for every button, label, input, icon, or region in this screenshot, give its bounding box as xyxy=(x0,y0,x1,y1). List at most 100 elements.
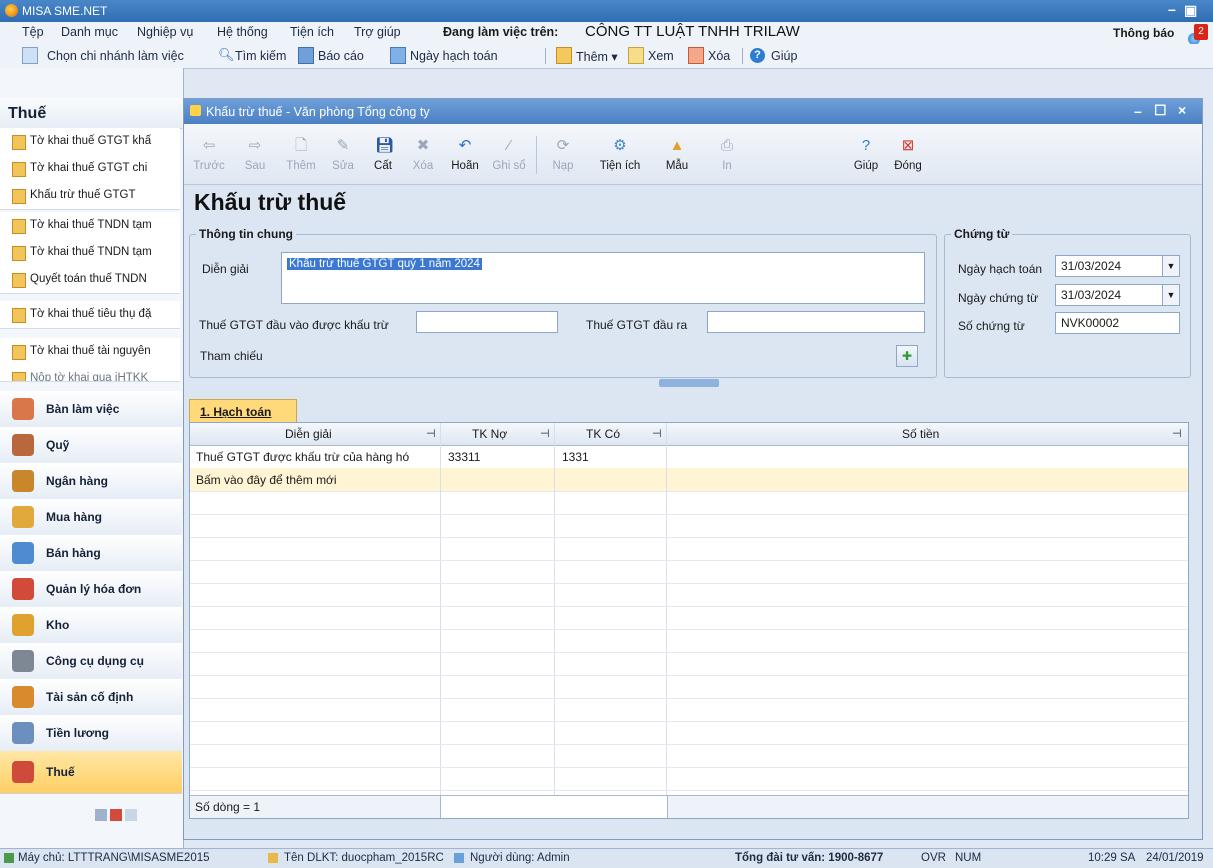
sidebar-item-gtgt-deduction-declaration[interactable]: Tờ khai thuế GTGT khấ xyxy=(0,128,180,156)
voucher-date-field[interactable]: 31/03/2024 ▼ xyxy=(1055,284,1180,306)
posting-date-button[interactable]: Ngày hạch toán xyxy=(410,49,498,63)
search-icon: 🔍︎ xyxy=(218,47,235,62)
sidebar-item-tndn-finalization[interactable]: Quyết toán thuế TNDN xyxy=(0,266,180,294)
help-button[interactable]: Giúp xyxy=(771,49,797,63)
menu-help[interactable]: Trợ giúp xyxy=(354,25,401,39)
template-button[interactable]: ▲ Mẫu xyxy=(654,134,700,178)
doc-icon xyxy=(12,345,26,360)
module-invoice-management[interactable]: Quản lý hóa đơn xyxy=(0,571,182,608)
print-button[interactable]: ⎙ In xyxy=(704,134,750,178)
add-button[interactable]: Thêm ▾ xyxy=(576,49,618,64)
doc-icon xyxy=(12,135,26,150)
description-field[interactable]: Khấu trừ thuế GTGT quý 1 năm 2024 xyxy=(281,252,925,304)
menu-bar: Tệp Danh mục Nghiệp vụ Hệ thống Tiện ích… xyxy=(0,22,1213,44)
add-button[interactable]: 🗋 Thêm xyxy=(278,134,324,178)
menu-utilities[interactable]: Tiện ích xyxy=(290,25,334,39)
new-row[interactable]: Bấm vào đây để thêm mới xyxy=(190,468,1188,492)
restore-icon[interactable]: ▣ xyxy=(1184,2,1197,19)
cell-debit-account[interactable]: 33311 xyxy=(448,450,480,464)
overflow-module-icon[interactable] xyxy=(110,809,122,821)
user-icon xyxy=(454,853,464,863)
tab-accounting[interactable]: 1. Hạch toán xyxy=(189,399,297,424)
overflow-module-icon[interactable] xyxy=(95,809,107,821)
module-desktop[interactable]: Bàn làm việc xyxy=(0,391,182,428)
maximize-icon[interactable]: ☐ xyxy=(1154,102,1167,119)
splitter-handle[interactable] xyxy=(659,379,719,387)
sidebar-item-excise-tax[interactable]: Tờ khai thuế tiêu thụ đặ xyxy=(0,301,180,329)
pin-icon[interactable]: ⊣ xyxy=(1172,427,1182,440)
undo-icon: ↶ xyxy=(458,137,472,154)
server-icon xyxy=(4,853,14,863)
menu-operations[interactable]: Nghiệp vụ xyxy=(137,25,193,39)
notification-button[interactable]: Thông báo xyxy=(1113,26,1174,40)
close-icon[interactable]: × xyxy=(1178,102,1186,118)
module-inventory[interactable]: Kho xyxy=(0,607,182,644)
col-header-description[interactable]: Diễn giải xyxy=(285,427,332,441)
module-sales[interactable]: Bán hàng xyxy=(0,535,182,572)
sidebar-item-label: Quyết toán thuế TNDN xyxy=(30,273,147,285)
module-tax[interactable]: Thuế xyxy=(0,751,182,794)
menu-system[interactable]: Hệ thống xyxy=(217,25,268,39)
chevron-down-icon[interactable]: ▼ xyxy=(1162,256,1179,276)
sidebar-item-label: Tờ khai thuế tiêu thụ đặ xyxy=(30,308,152,320)
pin-icon[interactable]: ⊣ xyxy=(652,427,662,440)
menu-catalog[interactable]: Danh mục xyxy=(61,25,118,39)
voucher-date-value: 31/03/2024 xyxy=(1061,288,1122,302)
help-button[interactable]: ? Giúp xyxy=(846,134,886,178)
module-payroll[interactable]: Tiền lương xyxy=(0,715,182,752)
col-header-credit-account[interactable]: TK Có xyxy=(586,427,620,441)
table-row xyxy=(190,583,1188,607)
choose-branch-button[interactable]: Chọn chi nhánh làm việc xyxy=(47,49,184,63)
delete-button[interactable]: Xóa xyxy=(708,49,730,63)
sidebar-item-gtgt-direct-declaration[interactable]: Tờ khai thuế GTGT chi xyxy=(0,155,180,183)
vat-output-field[interactable] xyxy=(707,311,925,333)
cancel-button[interactable]: ↶ Hoãn xyxy=(442,134,488,178)
delete-button[interactable]: ✖ Xóa xyxy=(400,134,446,178)
posting-date-field[interactable]: 31/03/2024 ▼ xyxy=(1055,255,1180,277)
cell-description[interactable]: Thuế GTGT được khấu trừ của hàng hó xyxy=(196,450,409,464)
previous-button[interactable]: ⇦ Trước xyxy=(186,134,232,178)
module-label: Mua hàng xyxy=(46,510,102,524)
minimize-icon[interactable]: – xyxy=(1168,1,1176,17)
post-button[interactable]: ⁄ Ghi sổ xyxy=(486,134,532,178)
close-button[interactable]: ⊠ Đóng xyxy=(888,134,928,178)
sidebar-item-submit-ihtkk[interactable]: Nộp tờ khai qua iHTKK xyxy=(0,365,180,382)
utilities-button[interactable]: ⚙ Tiện ích xyxy=(592,134,648,178)
notification-count-badge[interactable]: 2 xyxy=(1194,24,1208,40)
grid-header: Diễn giải ⊣ TK Nợ ⊣ TK Có ⊣ Số tiền ⊣ xyxy=(190,423,1188,446)
minimize-icon[interactable]: – xyxy=(1134,103,1142,119)
sidebar-item-gtgt-deduction[interactable]: Khấu trừ thuế GTGT xyxy=(0,182,180,210)
module-fixed-assets[interactable]: Tài sản cố định xyxy=(0,679,182,716)
report-button[interactable]: Báo cáo xyxy=(318,49,364,63)
pin-icon[interactable]: ⊣ xyxy=(426,427,436,440)
vat-input-field[interactable] xyxy=(416,311,558,333)
chevron-down-icon[interactable]: ▼ xyxy=(1162,285,1179,305)
sidebar-item-label: Tờ khai thuế GTGT chi xyxy=(30,162,148,174)
sidebar-item-tndn-provisional-1[interactable]: Tờ khai thuế TNDN tạm xyxy=(0,212,180,240)
voucher-no-label: Số chứng từ xyxy=(958,319,1025,333)
module-purchasing[interactable]: Mua hàng xyxy=(0,499,182,536)
view-button[interactable]: Xem xyxy=(648,49,674,63)
pin-icon[interactable]: ⊣ xyxy=(540,427,550,440)
module-tools[interactable]: Công cụ dụng cụ xyxy=(0,643,182,680)
module-bank[interactable]: Ngân hàng xyxy=(0,463,182,500)
voucher-no-field[interactable]: NVK00002 xyxy=(1055,312,1180,334)
reload-button[interactable]: ⟳ Nạp xyxy=(540,134,586,178)
col-header-amount[interactable]: Số tiền xyxy=(902,427,939,441)
reference-lookup-icon[interactable]: ✚ xyxy=(896,345,918,367)
col-header-debit-account[interactable]: TK Nợ xyxy=(472,427,507,441)
tax-icon xyxy=(12,761,34,783)
cell-credit-account[interactable]: 1331 xyxy=(562,450,589,464)
module-cash[interactable]: Quỹ xyxy=(0,427,182,464)
menu-file[interactable]: Tệp xyxy=(22,25,44,39)
search-button[interactable]: Tìm kiếm xyxy=(235,49,286,63)
next-button[interactable]: ⇨ Sau xyxy=(232,134,278,178)
table-row[interactable]: Thuế GTGT được khấu trừ của hàng hó 3331… xyxy=(190,445,1188,469)
sidebar-item-tndn-provisional-2[interactable]: Tờ khai thuế TNDN tạm xyxy=(0,239,180,267)
app-titlebar: MISA SME.NET – ▣ xyxy=(0,0,1213,22)
sidebar-item-resource-tax[interactable]: Tờ khai thuế tài nguyên xyxy=(0,338,180,366)
new-row-hint[interactable]: Bấm vào đây để thêm mới xyxy=(196,473,337,487)
table-row xyxy=(190,721,1188,745)
toolbar-label: Sửa xyxy=(332,160,354,172)
overflow-module-icon[interactable] xyxy=(125,809,137,821)
